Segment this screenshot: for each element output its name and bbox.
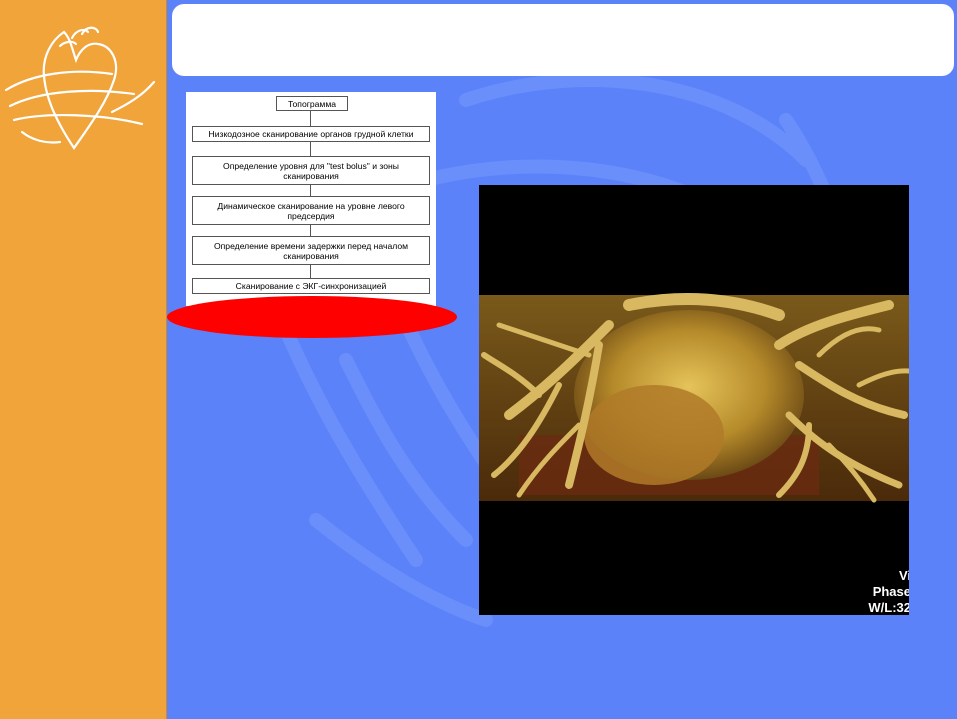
flowchart-panel: Топограмма Низкодозное сканирование орга… bbox=[186, 92, 436, 306]
sidebar bbox=[0, 0, 167, 719]
ct-overlay-line: W/L:32 bbox=[868, 600, 909, 615]
ct-heart-3d-image: Vi Phase W/L:32 bbox=[479, 185, 909, 615]
heart-outline-icon bbox=[4, 26, 156, 150]
flowchart-step: Динамическое сканирование на уровне лево… bbox=[192, 196, 430, 225]
flowchart-connector bbox=[310, 111, 311, 126]
flowchart-connector bbox=[310, 225, 311, 236]
flowchart-connector bbox=[310, 142, 311, 156]
flowchart-connector bbox=[310, 185, 311, 196]
flowchart-step: Определение времени задержки перед начал… bbox=[192, 236, 430, 265]
highlight-ellipse bbox=[167, 296, 457, 338]
flowchart-step: Низкодозное сканирование органов грудной… bbox=[192, 126, 430, 142]
flowchart-step: Определение уровня для "test bolus" и зо… bbox=[192, 156, 430, 185]
flowchart-step: Сканирование с ЭКГ-синхронизацией bbox=[192, 278, 430, 294]
ct-overlay-line: Vi bbox=[898, 568, 909, 583]
heart-vessels-render bbox=[479, 293, 909, 503]
flowchart-step: Топограмма bbox=[276, 96, 348, 111]
flowchart-connector bbox=[310, 265, 311, 278]
slide-title-bar bbox=[172, 4, 954, 76]
ct-overlay-line: Phase bbox=[872, 584, 909, 599]
